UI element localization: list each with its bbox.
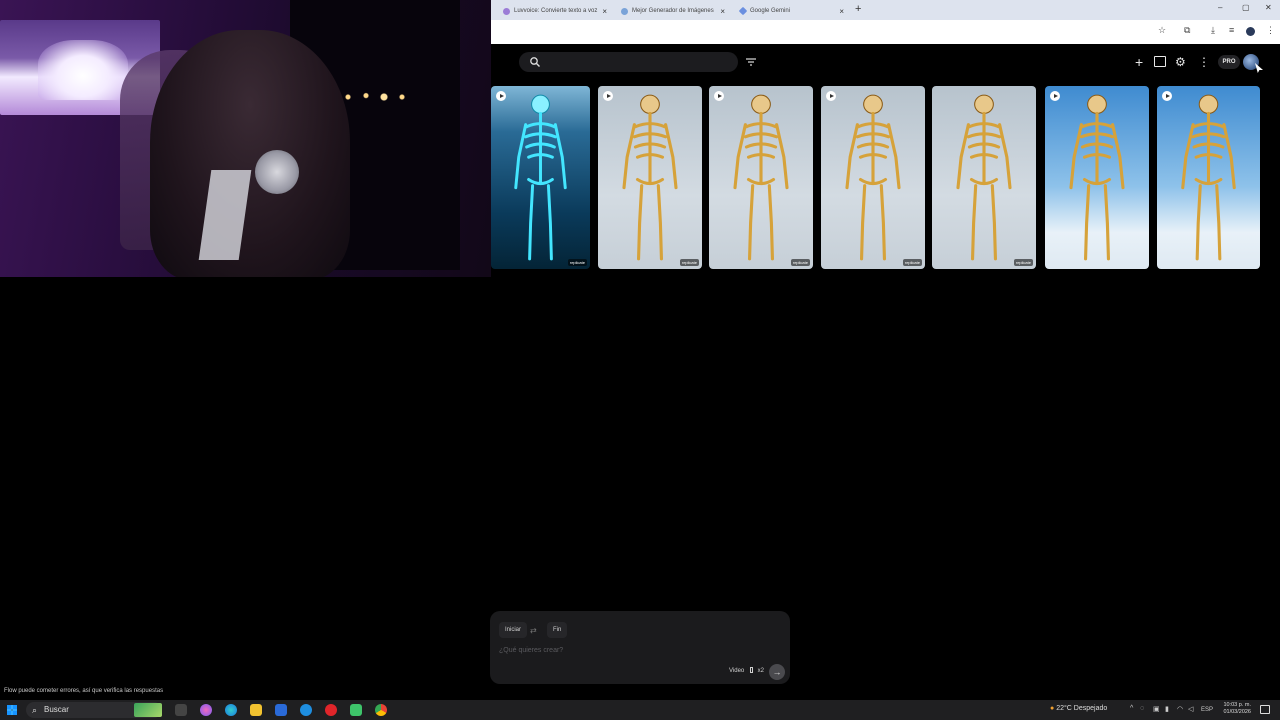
favicon-icon [503,7,510,15]
browser-chrome: Luvvoice: Convierte texto a voz × Mejor … [491,0,1280,44]
swap-icon[interactable]: ⇄ [530,626,537,635]
store-icon[interactable] [275,704,287,716]
search-icon [530,57,540,67]
chrome-icon[interactable] [375,704,387,716]
watermark-label: replicate [679,259,699,266]
settings-icon[interactable]: ⚙ [1175,55,1186,69]
mode-selector[interactable]: Video x2 [729,667,764,674]
opera-icon[interactable] [325,704,337,716]
play-icon[interactable] [1162,91,1172,101]
gallery-item[interactable]: replicate [491,86,590,269]
new-tab-button[interactable]: + [855,3,861,15]
task-view-icon[interactable] [175,704,187,716]
media-control-icon[interactable]: ≡ [1229,25,1234,35]
search-input[interactable] [519,52,738,72]
maximize-button[interactable]: ▢ [1242,3,1250,12]
play-icon[interactable] [496,91,506,101]
browser-menu-icon[interactable]: ⋮ [1266,25,1275,36]
aspect-icon [749,667,753,673]
play-icon[interactable] [603,91,613,101]
tab-gemini[interactable]: Google Gemini × [734,2,848,20]
weather-widget[interactable]: ● 22°C Despejado [1050,705,1107,712]
close-icon[interactable]: × [602,7,607,16]
webcam-overlay [0,0,491,277]
person-image [150,30,350,277]
messaging-icon[interactable] [300,704,312,716]
prompt-input[interactable]: ¿Qué quieres crear? [499,647,699,659]
copilot-icon[interactable] [200,704,212,716]
disclaimer-text: Flow puede cometer errores, así que veri… [4,688,164,694]
wifi-icon[interactable]: ◠ [1177,705,1183,713]
tray-chevron-icon[interactable]: ^ [1130,705,1133,712]
tray-app-icon[interactable]: ◌ [1140,705,1144,712]
watermark-label: replicate [902,259,922,266]
more-icon[interactable]: ⋮ [1198,55,1210,69]
send-button[interactable]: → [769,664,785,680]
weather-label: 22°C Despejado [1056,705,1108,712]
notification-icon[interactable] [1260,705,1270,714]
gallery-item[interactable] [1045,86,1149,269]
extensions-icon[interactable]: ⧉ [1184,25,1190,36]
panel-icon[interactable] [1154,56,1166,67]
tab-label: Google Gemini [750,8,791,14]
filter-icon[interactable] [744,56,758,68]
count-label: x2 [757,668,764,674]
gallery-item[interactable] [1157,86,1260,269]
windows-start-icon[interactable] [7,705,17,715]
time-label: 10:03 p. m. [1223,702,1251,708]
battery-icon[interactable]: ▮ [1165,705,1169,713]
file-explorer-icon[interactable] [250,704,262,716]
tab-bar: Luvvoice: Convierte texto a voz × Mejor … [491,0,1280,20]
headphones-image [255,150,299,194]
play-icon[interactable] [826,91,836,101]
watermark-label: replicate [567,259,587,266]
gallery-item[interactable]: replicate [932,86,1036,269]
pro-badge: PRO [1218,55,1240,69]
fire-image [38,40,128,100]
clock[interactable]: 10:03 p. m. 01/03/2026 [1217,702,1251,716]
app-icon[interactable] [350,704,362,716]
gallery-item[interactable]: replicate [709,86,813,269]
watermark-label: replicate [1013,259,1033,266]
tab-image-generator[interactable]: Mejor Generador de Imágenes × [615,2,729,20]
tray-app-icon[interactable]: ▣ [1153,705,1160,713]
favicon-icon [621,7,628,15]
gallery-item[interactable]: replicate [598,86,702,269]
language-indicator[interactable]: ESP [1201,707,1213,713]
tab-label: Mejor Generador de Imágenes [632,8,714,14]
close-window-button[interactable]: ✕ [1265,3,1272,12]
profile-icon[interactable] [1246,27,1255,36]
tab-label: Luvvoice: Convierte texto a voz [514,8,598,14]
search-highlight-image[interactable] [134,703,162,717]
screen: Luvvoice: Convierte texto a voz × Mejor … [0,0,1280,720]
tab-luvvoice[interactable]: Luvvoice: Convierte texto a voz × [497,2,611,20]
minimize-button[interactable]: – [1218,3,1222,12]
add-icon[interactable]: + [1135,54,1143,70]
sun-icon: ● [1050,705,1055,712]
taskbar-search-label: Buscar [44,705,69,714]
edge-icon[interactable] [225,704,237,716]
date-label: 01/03/2026 [1223,709,1251,715]
bookmark-star-icon[interactable]: ☆ [1158,25,1166,36]
play-icon[interactable] [714,91,724,101]
close-icon[interactable]: × [839,7,844,16]
mode-label: Video [729,668,745,674]
volume-icon[interactable]: ◁ [1188,705,1193,713]
play-icon[interactable] [1050,91,1060,101]
watermark-label: replicate [790,259,810,266]
start-frame-button[interactable]: Iniciar [499,622,528,638]
end-frame-button[interactable]: Fin [547,622,568,638]
close-icon[interactable]: × [720,7,725,16]
gemini-icon [738,6,748,16]
search-icon: ⌕ [32,705,38,715]
download-icon[interactable]: ⤓ [1211,25,1215,36]
gallery-item[interactable]: replicate [821,86,925,269]
